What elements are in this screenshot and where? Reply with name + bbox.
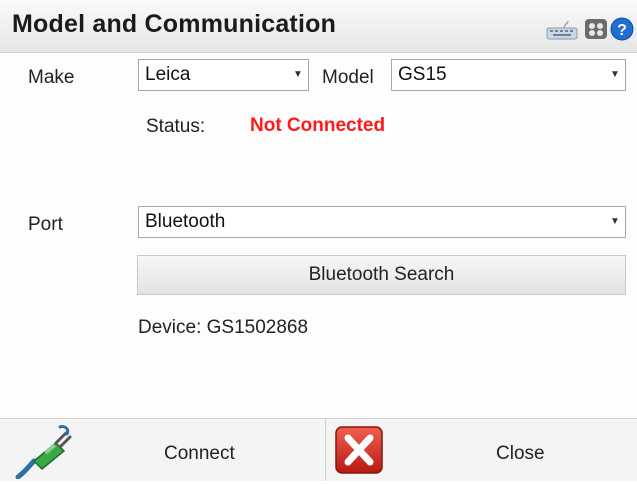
status-value: Not Connected (250, 115, 386, 136)
svg-text:?: ? (617, 22, 627, 39)
chevron-down-icon: ▼ (610, 216, 620, 227)
close-label: Close (496, 443, 545, 464)
status-label: Status: (146, 116, 206, 137)
connect-label: Connect (164, 443, 235, 464)
footer-bar: Connect Close (0, 418, 637, 481)
bluetooth-search-button[interactable]: Bluetooth Search (137, 255, 626, 295)
form-panel: Make Leica ▼ Model GS15 ▼ Status: Not Co… (0, 53, 637, 418)
help-icon[interactable]: ? (610, 17, 634, 46)
keyboard-icon[interactable] (546, 20, 578, 45)
close-button[interactable]: Close (326, 419, 637, 481)
calculator-icon[interactable] (584, 18, 608, 45)
make-select-value: Leica (145, 64, 191, 85)
title-bar: Model and Communication ? (0, 0, 637, 53)
make-label: Make (28, 67, 75, 88)
model-select-value: GS15 (398, 64, 447, 85)
make-select[interactable]: Leica ▼ (138, 59, 309, 91)
window-title: Model and Communication (12, 10, 337, 38)
chevron-down-icon: ▼ (610, 69, 620, 80)
port-select[interactable]: Bluetooth ▼ (138, 206, 626, 238)
close-icon (334, 425, 384, 480)
port-label: Port (28, 214, 63, 235)
port-select-value: Bluetooth (145, 211, 226, 232)
model-label: Model (322, 67, 374, 88)
connect-button[interactable]: Connect (0, 419, 325, 481)
device-text: Device: GS1502868 (138, 317, 309, 338)
chevron-down-icon: ▼ (293, 69, 303, 80)
connect-plug-icon (12, 421, 76, 484)
model-select[interactable]: GS15 ▼ (391, 59, 626, 91)
